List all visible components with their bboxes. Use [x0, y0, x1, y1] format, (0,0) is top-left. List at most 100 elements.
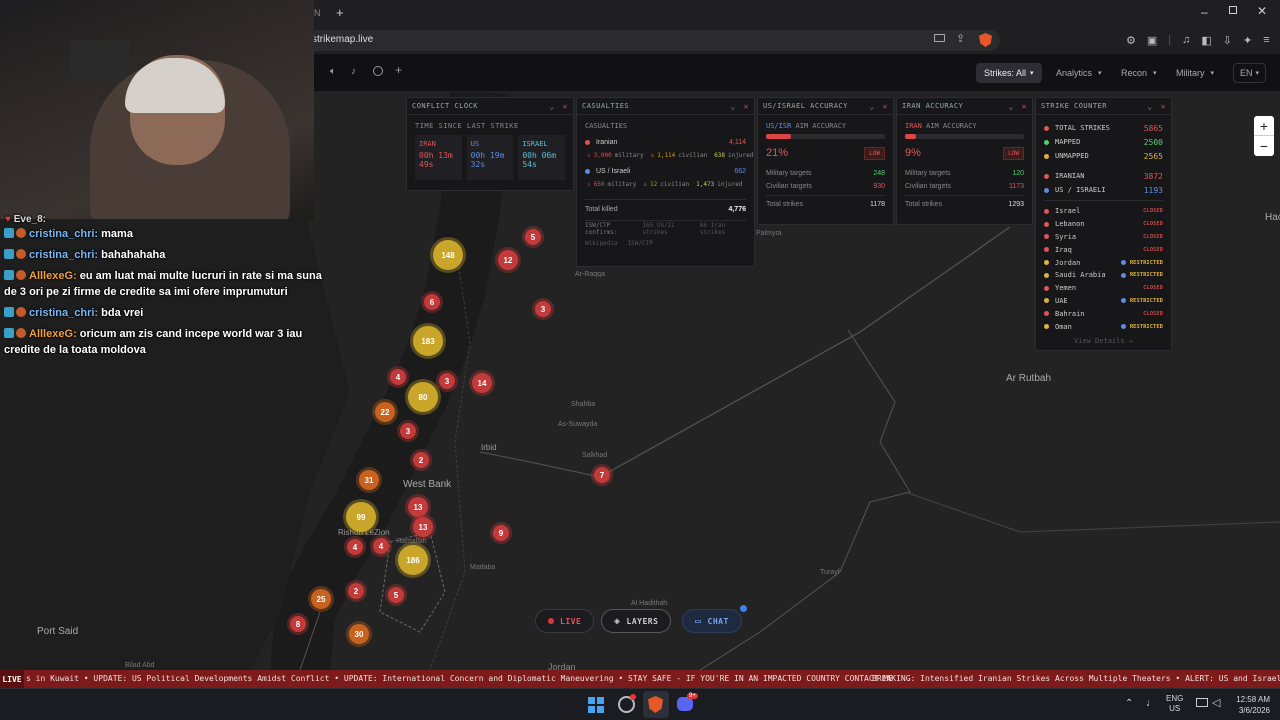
strike-cluster[interactable]: 2: [348, 583, 364, 599]
place-label: Turayf: [820, 569, 840, 576]
strike-cluster[interactable]: 5: [388, 587, 404, 603]
close-icon[interactable]: ✕: [563, 102, 568, 111]
strike-cluster[interactable]: 25: [311, 589, 331, 609]
strike-total-row: UNMAPPED 2565: [1036, 149, 1171, 163]
minimize-icon[interactable]: –: [1201, 5, 1208, 19]
airspace-country-row[interactable]: Oman RESTRICTED: [1036, 320, 1171, 333]
sound-icon[interactable]: 🔈︎: [330, 66, 336, 77]
maximize-icon[interactable]: [1229, 6, 1237, 14]
source-link[interactable]: Wikipedia: [585, 240, 618, 247]
country-name: Saudi Arabia: [1055, 271, 1106, 280]
strike-cluster[interactable]: 6: [424, 294, 440, 310]
airspace-country-row[interactable]: Iraq CLOSED: [1036, 243, 1171, 256]
airspace-country-row[interactable]: Lebanon CLOSED: [1036, 218, 1171, 231]
collapse-icon[interactable]: ⌄: [549, 102, 554, 111]
downloads-icon[interactable]: ⇩: [1223, 34, 1232, 47]
live-button[interactable]: LIVE: [535, 609, 595, 633]
strike-cluster[interactable]: 3: [535, 301, 551, 317]
discord-icon[interactable]: [677, 697, 693, 711]
bell-icon[interactable]: ♪: [351, 66, 356, 77]
chat-username[interactable]: AlllexeG:: [29, 328, 77, 340]
menu-icon[interactable]: ≡: [1263, 34, 1269, 46]
strike-cluster[interactable]: 2: [413, 452, 429, 468]
total-label: UNMAPPED: [1055, 152, 1089, 160]
strike-cluster[interactable]: 14: [472, 373, 492, 393]
tray-chevron-icon[interactable]: ⌃: [1125, 698, 1133, 709]
strike-cluster[interactable]: 4: [390, 369, 406, 385]
windows-start-icon[interactable]: [588, 697, 604, 713]
airspace-country-row[interactable]: Yemen CLOSED: [1036, 282, 1171, 295]
add-icon[interactable]: +: [395, 63, 402, 77]
strike-cluster[interactable]: 148: [433, 240, 463, 270]
airspace-country-row[interactable]: Saudi Arabia RESTRICTED: [1036, 269, 1171, 282]
close-window-icon[interactable]: ✕: [1257, 4, 1267, 18]
volume-icon[interactable]: ◁: [1212, 696, 1220, 709]
system-clock[interactable]: 12:58 AM 3/6/2026: [1230, 694, 1270, 716]
strike-cluster[interactable]: 30: [349, 624, 369, 644]
close-icon[interactable]: ✕: [744, 102, 749, 111]
view-details-link[interactable]: View Details →: [1036, 337, 1171, 345]
collapse-icon[interactable]: ⌄: [869, 102, 874, 111]
source-link[interactable]: ISW/CTP: [628, 240, 653, 247]
chat-button[interactable]: ▭ CHAT: [682, 609, 742, 633]
airspace-country-row[interactable]: Jordan RESTRICTED: [1036, 256, 1171, 269]
strike-cluster[interactable]: 7: [594, 467, 610, 483]
clock-icon[interactable]: [373, 66, 383, 76]
new-tab-icon[interactable]: +: [336, 5, 344, 20]
tab-fragment[interactable]: N: [314, 8, 321, 18]
strike-cluster[interactable]: 13: [413, 517, 433, 537]
airspace-country-row[interactable]: Israel CLOSED: [1036, 205, 1171, 218]
language-dropdown[interactable]: EN ▾: [1233, 63, 1267, 83]
chat-username[interactable]: cristina_chri:: [29, 307, 98, 319]
airspace-country-row[interactable]: Bahrain CLOSED: [1036, 307, 1171, 320]
address-bar[interactable]: strikemap.live ⇪: [300, 30, 1000, 51]
extension-puzzle-icon[interactable]: ⚙: [1126, 34, 1136, 47]
strike-cluster[interactable]: 80: [408, 382, 438, 412]
strike-cluster[interactable]: 12: [498, 250, 518, 270]
strike-cluster[interactable]: 4: [373, 538, 389, 554]
analytics-dropdown[interactable]: Analytics ▾: [1048, 63, 1110, 83]
share-icon[interactable]: ⇪: [956, 32, 965, 45]
close-icon[interactable]: ✕: [1161, 102, 1166, 111]
chat-username[interactable]: AlllexeG:: [29, 270, 77, 282]
close-icon[interactable]: ✕: [883, 102, 888, 111]
wallet-icon[interactable]: ▣: [1147, 34, 1157, 47]
strike-cluster[interactable]: 8: [290, 616, 306, 632]
strike-cluster[interactable]: 183: [413, 326, 443, 356]
strike-cluster[interactable]: 13: [408, 497, 428, 517]
strike-cluster[interactable]: 99: [346, 502, 376, 532]
close-icon[interactable]: ✕: [1022, 102, 1027, 111]
language-indicator[interactable]: ENG US: [1166, 694, 1183, 714]
zoom-in-button[interactable]: +: [1254, 116, 1274, 136]
chat-username[interactable]: cristina_chri:: [29, 249, 98, 261]
sidebar-icon[interactable]: ◧: [1201, 34, 1211, 47]
strike-cluster[interactable]: 3: [400, 423, 416, 439]
strikes-filter-dropdown[interactable]: Strikes: All ▾: [976, 63, 1042, 83]
strike-cluster[interactable]: 4: [347, 539, 363, 555]
status-dot: [1044, 187, 1049, 193]
strike-cluster[interactable]: 31: [359, 470, 379, 490]
country-name: UAE: [1055, 296, 1068, 305]
chat-username[interactable]: cristina_chri:: [29, 228, 98, 240]
brave-shield-icon[interactable]: [979, 33, 992, 47]
airspace-country-row[interactable]: UAE RESTRICTED: [1036, 295, 1171, 308]
collapse-icon[interactable]: ⌄: [730, 102, 735, 111]
recon-dropdown[interactable]: Recon ▾: [1113, 63, 1165, 83]
strike-cluster[interactable]: 5: [525, 229, 541, 245]
military-dropdown[interactable]: Military ▾: [1168, 63, 1222, 83]
music-icon[interactable]: ♫: [1182, 34, 1190, 46]
conflict-clock-panel: CONFLICT CLOCK ⌄ ✕ TIME SINCE LAST STRIKE …: [406, 97, 574, 191]
microphone-icon[interactable]: ♩: [1146, 697, 1157, 709]
collapse-icon[interactable]: ⌄: [1008, 102, 1013, 111]
layers-button[interactable]: ◈ LAYERS: [601, 609, 672, 633]
strike-cluster[interactable]: 9: [493, 525, 509, 541]
strike-cluster[interactable]: 186: [398, 545, 428, 575]
airspace-country-row[interactable]: Syria CLOSED: [1036, 231, 1171, 244]
strike-cluster[interactable]: 22: [375, 402, 395, 422]
strike-cluster[interactable]: 3: [439, 373, 455, 389]
ai-icon[interactable]: ✦: [1243, 34, 1252, 47]
collapse-icon[interactable]: ⌄: [1147, 102, 1152, 111]
cast-icon[interactable]: [934, 34, 945, 42]
zoom-out-button[interactable]: −: [1254, 136, 1274, 156]
network-icon[interactable]: [1196, 698, 1208, 707]
